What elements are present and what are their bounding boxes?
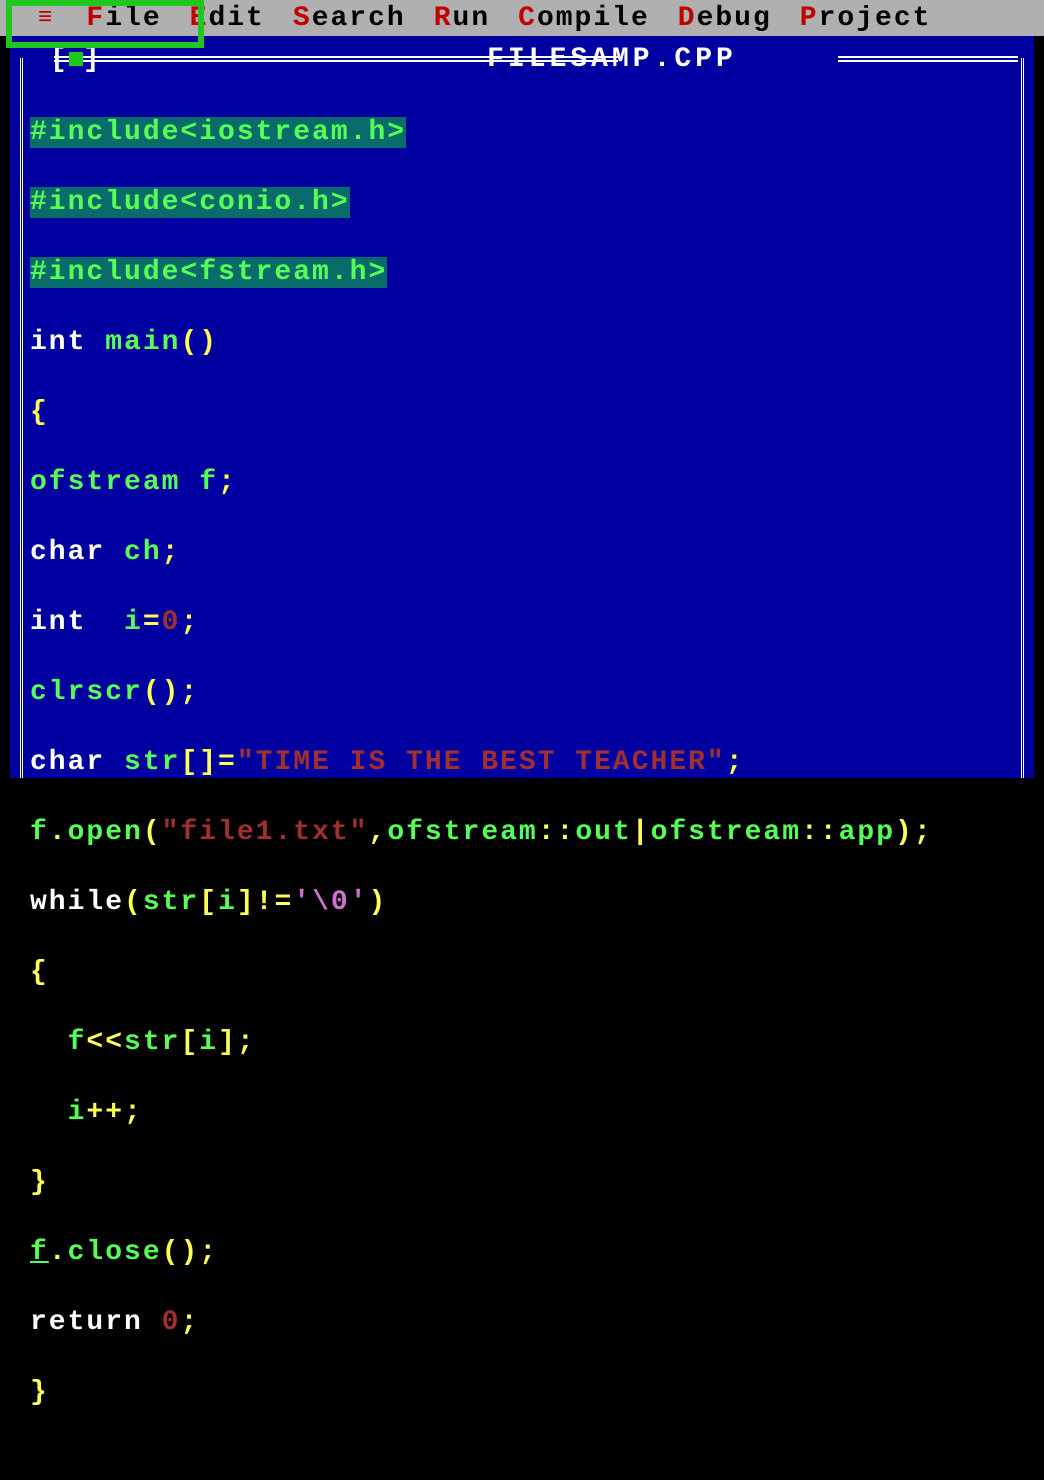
menubar: ≡ File Edit Search Run Compile Debug Pro… [0, 0, 1044, 36]
code-line: #include<iostream.h> [30, 115, 1010, 150]
menu-project[interactable]: Project [786, 3, 946, 34]
menu-edit[interactable]: Edit [176, 3, 279, 34]
window-title: FILESAMP.CPP [487, 44, 737, 75]
code-line: { [30, 955, 1010, 990]
code-line: f.open("file1.txt",ofstream::out|ofstrea… [30, 815, 1010, 850]
code-line: int i=0; [30, 605, 1010, 640]
menu-file[interactable]: File [72, 3, 175, 34]
code-line: clrscr(); [30, 675, 1010, 710]
menu-run[interactable]: Run [420, 3, 504, 34]
code-line: char str[]="TIME IS THE BEST TEACHER"; [30, 745, 1010, 780]
system-menu-icon[interactable]: ≡ [10, 5, 72, 32]
code-line: #include<conio.h> [30, 185, 1010, 220]
menu-debug[interactable]: Debug [664, 3, 786, 34]
close-icon [69, 52, 83, 66]
code-line: f<<str[i]; [30, 1025, 1010, 1060]
editor-window: [] FILESAMP.CPP #include<iostream.h> #in… [10, 36, 1034, 778]
code-line: char ch; [30, 535, 1010, 570]
code-line: } [30, 1375, 1010, 1410]
code-line: i++; [30, 1095, 1010, 1130]
code-line: int main() [30, 325, 1010, 360]
code-line: while(str[i]!='\0') [30, 885, 1010, 920]
code-line: ofstream f; [30, 465, 1010, 500]
menu-search[interactable]: Search [279, 3, 420, 34]
code-line: return 0; [30, 1305, 1010, 1340]
code-editor[interactable]: #include<iostream.h> #include<conio.h> #… [30, 80, 1010, 778]
code-line: } [30, 1165, 1010, 1200]
code-line: f.close(); [30, 1235, 1010, 1270]
code-line: { [30, 395, 1010, 430]
code-line: #include<fstream.h> [30, 255, 1010, 290]
menu-compile[interactable]: Compile [504, 3, 664, 34]
window-close-control[interactable]: [] [50, 44, 102, 75]
